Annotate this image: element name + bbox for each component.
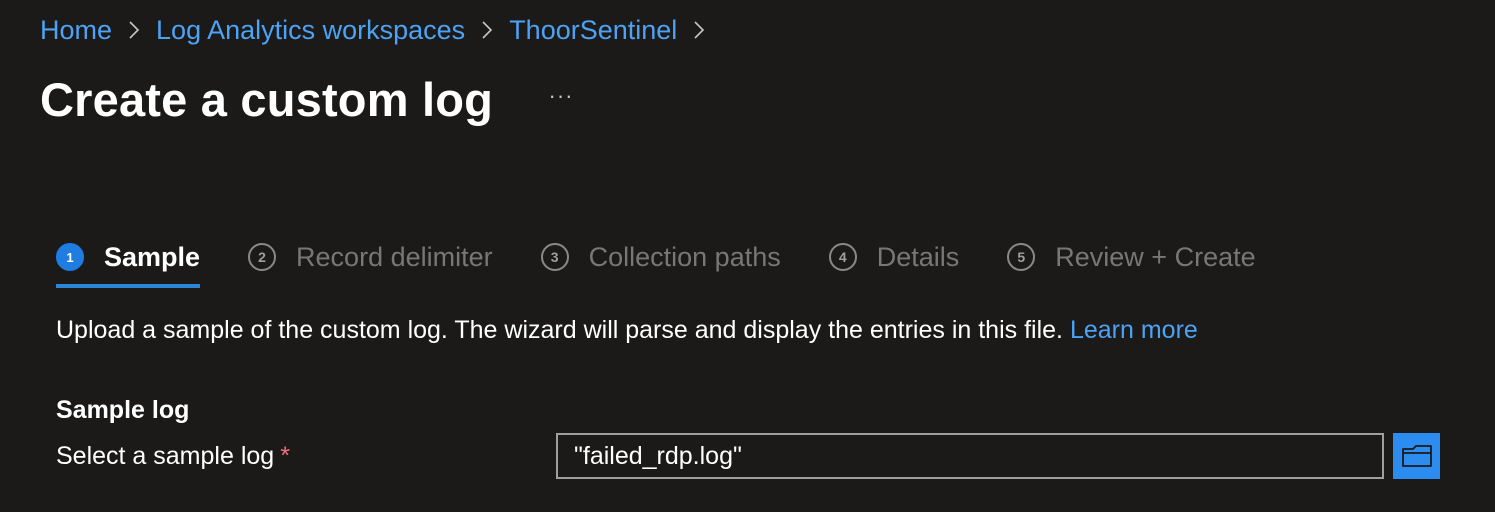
step-number: 4	[828, 243, 857, 271]
tab-record-delimiter[interactable]: 2 Record delimiter	[248, 234, 493, 280]
chevron-right-icon	[465, 12, 509, 48]
tab-collection-paths[interactable]: 3 Collection paths	[540, 234, 781, 280]
step-label: Record delimiter	[296, 241, 493, 272]
select-sample-log-label: Select a sample log *	[56, 442, 290, 471]
description-text: Upload a sample of the custom log. The w…	[56, 316, 1063, 344]
learn-more-link[interactable]: Learn more	[1070, 316, 1198, 344]
breadcrumb: Home Log Analytics workspaces ThoorSenti…	[40, 12, 721, 48]
chevron-right-icon	[112, 12, 156, 48]
step-label: Sample	[104, 241, 201, 272]
page-title: Create a custom log	[40, 72, 494, 126]
step-number: 5	[1007, 243, 1036, 271]
more-options-button[interactable]: ···	[543, 81, 579, 117]
section-title-sample-log: Sample log	[56, 396, 190, 424]
required-indicator: *	[280, 442, 290, 470]
tab-sample[interactable]: 1 Sample	[56, 234, 201, 288]
step-label: Collection paths	[588, 241, 781, 272]
breadcrumb-log-analytics-workspaces[interactable]: Log Analytics workspaces	[156, 15, 465, 46]
browse-file-button[interactable]	[1393, 433, 1440, 479]
folder-icon	[1401, 445, 1432, 467]
create-custom-log-page: Home Log Analytics workspaces ThoorSenti…	[0, 0, 1495, 512]
step-number: 3	[540, 243, 569, 271]
tab-details[interactable]: 4 Details	[828, 234, 960, 280]
breadcrumb-home[interactable]: Home	[40, 15, 112, 46]
description: Upload a sample of the custom log. The w…	[56, 316, 1198, 350]
tab-review-create[interactable]: 5 Review + Create	[1007, 234, 1256, 280]
wizard-steps: 1 Sample 2 Record delimiter 3 Collection…	[56, 234, 1304, 290]
sample-log-file-input[interactable]: "failed_rdp.log"	[556, 433, 1384, 479]
breadcrumb-thoorsentinel[interactable]: ThoorSentinel	[509, 15, 677, 46]
chevron-right-icon	[677, 12, 721, 48]
step-number: 2	[248, 243, 277, 271]
title-row: Create a custom log ···	[40, 64, 579, 134]
step-label: Review + Create	[1055, 241, 1256, 272]
field-label-text: Select a sample log	[56, 442, 275, 470]
step-label: Details	[876, 241, 960, 272]
step-number: 1	[56, 243, 84, 271]
